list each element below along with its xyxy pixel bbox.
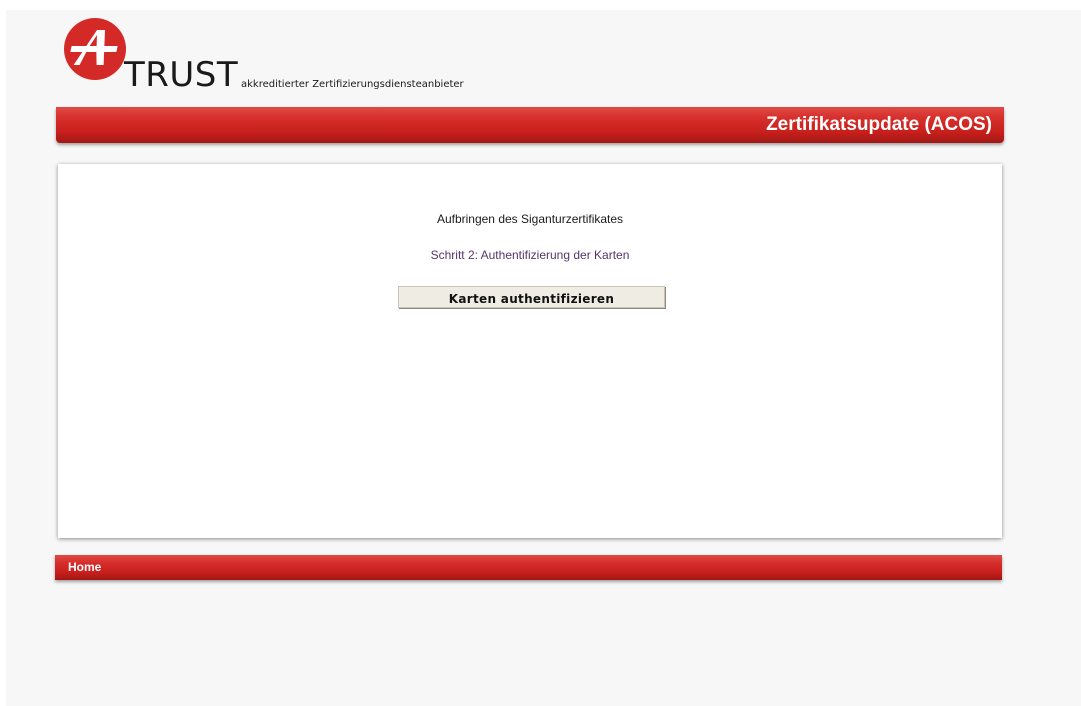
a-trust-logo-icon xyxy=(62,16,128,82)
page-title: Zertifikatsupdate (ACOS) xyxy=(766,114,992,135)
footer-bar: Home xyxy=(55,555,1002,580)
logo-wordmark: TRUST xyxy=(124,55,239,95)
content-heading: Aufbringen des Siganturzertifikates xyxy=(436,212,624,226)
authenticate-cards-button[interactable]: Karten authentifizieren xyxy=(398,286,665,308)
content-panel: Aufbringen des Siganturzertifikates Schr… xyxy=(58,164,1002,538)
logo-tagline: akkreditierter Zertifizierungsdiensteanb… xyxy=(241,79,464,90)
home-link[interactable]: Home xyxy=(68,560,101,574)
step-description: Schritt 2: Authentifizierung der Karten xyxy=(430,248,630,262)
header-bar: Zertifikatsupdate (ACOS) xyxy=(56,107,1004,143)
